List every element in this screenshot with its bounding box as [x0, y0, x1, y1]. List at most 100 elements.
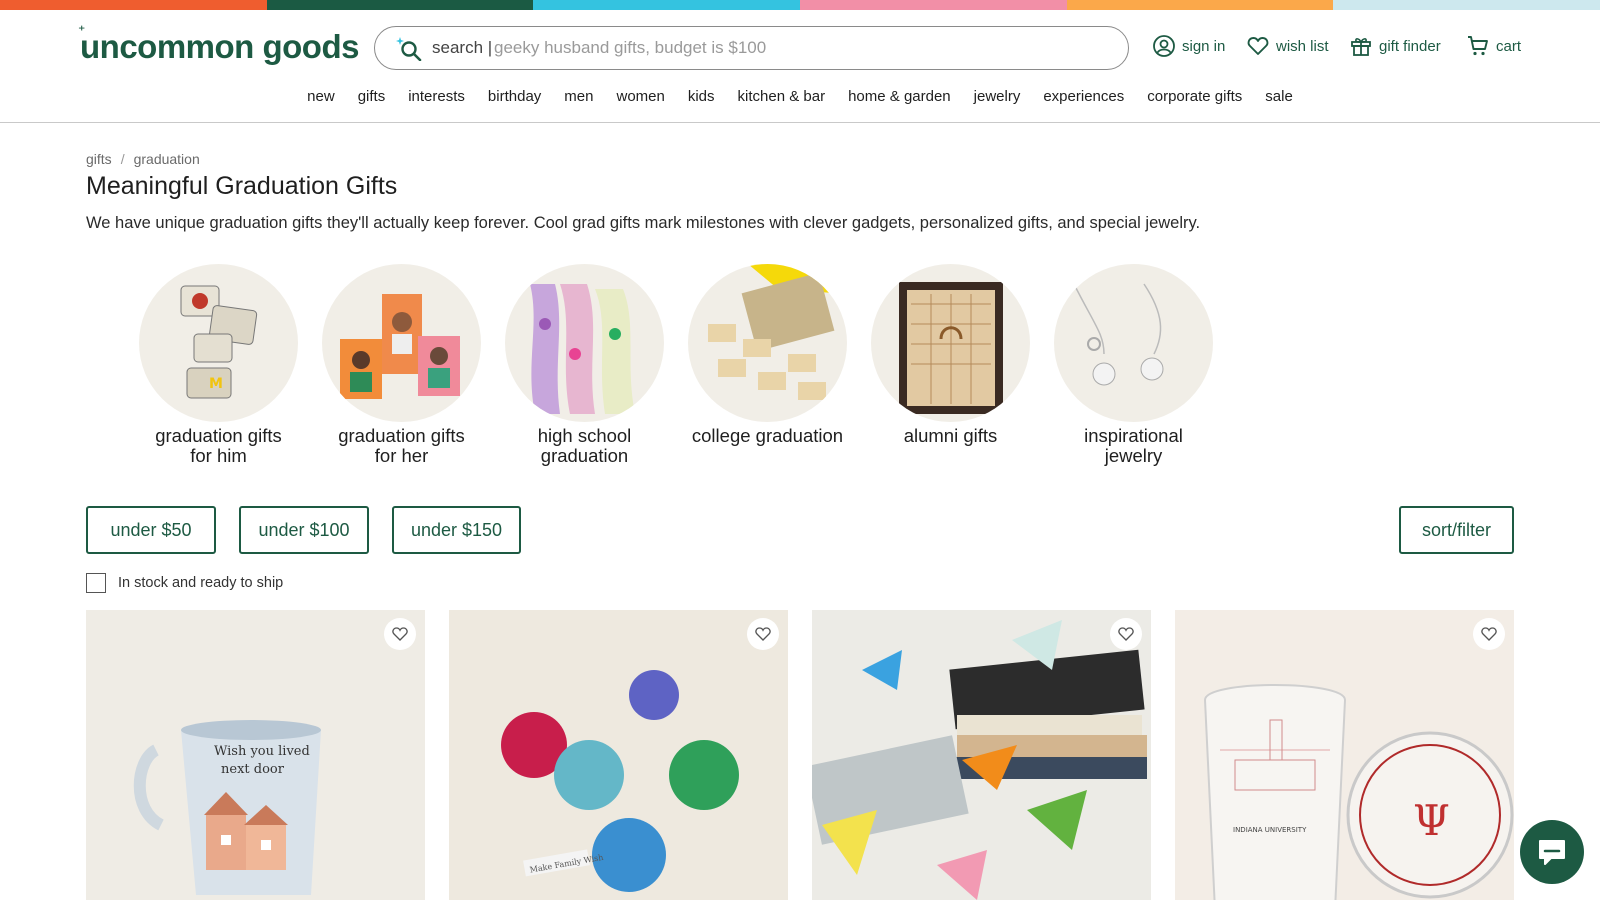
- main-nav: new gifts interests birthday men women k…: [0, 88, 1600, 105]
- color-stripe: [1333, 0, 1600, 10]
- logo-text: uncommon goods: [80, 28, 359, 65]
- breadcrumb-graduation[interactable]: graduation: [134, 151, 200, 167]
- logo[interactable]: ⁺ uncommon goods: [78, 22, 359, 66]
- category-inspirational-jewelry[interactable]: inspirational jewelry: [1054, 264, 1213, 466]
- sign-in-link[interactable]: sign in: [1152, 34, 1225, 58]
- breadcrumb-separator: /: [120, 151, 125, 167]
- category-image: M: [139, 264, 298, 422]
- filter-under-100-button[interactable]: under $100: [239, 506, 369, 554]
- category-image: [688, 264, 847, 422]
- nav-item-corporate-gifts[interactable]: corporate gifts: [1136, 88, 1254, 105]
- search-bar[interactable]: search |: [374, 26, 1129, 70]
- category-label: inspirational: [1084, 425, 1183, 446]
- category-label: alumni gifts: [903, 425, 998, 446]
- product-card[interactable]: Wish you lived next door: [86, 610, 425, 900]
- add-to-wishlist-button[interactable]: [1110, 618, 1142, 650]
- sort-filter-button[interactable]: sort/filter: [1399, 506, 1514, 554]
- add-to-wishlist-button[interactable]: [747, 618, 779, 650]
- in-stock-filter[interactable]: In stock and ready to ship: [86, 573, 283, 593]
- page-title: Meaningful Graduation Gifts: [86, 172, 398, 200]
- category-label: high school: [537, 425, 632, 446]
- chat-icon: [1539, 840, 1565, 865]
- category-grad-gifts-for-her[interactable]: graduation gifts for her: [322, 264, 481, 466]
- color-stripe: [1066, 0, 1334, 10]
- nav-item-new[interactable]: new: [296, 88, 347, 105]
- cart-icon: [1468, 36, 1488, 56]
- product-image: [812, 610, 1151, 900]
- category-image: [871, 264, 1030, 422]
- category-high-school-graduation[interactable]: high school graduation: [505, 264, 664, 466]
- iu-logo-mark: Ψ: [1413, 796, 1450, 845]
- gift-finder-label: gift finder: [1379, 37, 1441, 55]
- cart-label: cart: [1496, 37, 1522, 55]
- wish-list-link[interactable]: wish list: [1246, 34, 1329, 58]
- nav-item-kitchen-bar[interactable]: kitchen & bar: [726, 88, 837, 105]
- category-label: graduation gifts: [155, 425, 282, 446]
- mug-text: Wish you lived: [214, 744, 310, 759]
- color-stripe: [266, 0, 534, 10]
- search-icon: [396, 37, 422, 61]
- search-input[interactable]: [494, 33, 1094, 63]
- page-intro: We have unique graduation gifts they'll …: [86, 214, 1201, 232]
- logo-spark-icon: ⁺: [78, 22, 85, 38]
- category-label: college graduation: [691, 425, 844, 446]
- breadcrumb: gifts / graduation: [86, 151, 200, 167]
- product-card[interactable]: Make Family Wish: [449, 610, 788, 900]
- category-image: [322, 264, 481, 422]
- category-alumni-gifts[interactable]: alumni gifts: [871, 264, 1030, 466]
- nav-item-home-garden[interactable]: home & garden: [837, 88, 963, 105]
- nav-item-jewelry[interactable]: jewelry: [962, 88, 1032, 105]
- color-stripe: [800, 0, 1067, 10]
- nav-item-birthday[interactable]: birthday: [476, 88, 552, 105]
- user-icon: [1153, 35, 1175, 57]
- nav-item-women[interactable]: women: [605, 88, 676, 105]
- heart-outline-icon: [1481, 627, 1497, 641]
- nav-item-men[interactable]: men: [553, 88, 605, 105]
- nav-item-interests[interactable]: interests: [397, 88, 477, 105]
- product-image: Wish you lived next door: [86, 610, 425, 900]
- cart-link[interactable]: cart: [1466, 34, 1521, 58]
- nav-item-gifts[interactable]: gifts: [346, 88, 397, 105]
- gift-finder-link[interactable]: gift finder: [1349, 34, 1441, 58]
- category-label: for him: [190, 445, 247, 466]
- category-label: jewelry: [1104, 445, 1163, 466]
- heart-outline-icon: [1118, 627, 1134, 641]
- color-stripe: [533, 0, 801, 10]
- in-stock-checkbox[interactable]: [86, 573, 106, 593]
- breadcrumb-gifts[interactable]: gifts: [86, 151, 112, 167]
- filter-under-150-button[interactable]: under $150: [392, 506, 521, 554]
- product-grid: Wish you lived next door Make Family Wis…: [86, 610, 1514, 900]
- site-header: ⁺ uncommon goods search | sign in wish l…: [0, 10, 1600, 123]
- product-card[interactable]: INDIANA UNIVERSITY Ψ: [1175, 610, 1514, 900]
- chat-button[interactable]: [1520, 820, 1584, 884]
- category-carousel: M graduation gifts for him graduation gif…: [139, 264, 1213, 466]
- category-label: graduation gifts: [338, 425, 465, 446]
- filter-under-50-button[interactable]: under $50: [86, 506, 216, 554]
- product-image: INDIANA UNIVERSITY Ψ: [1175, 610, 1514, 900]
- category-image: [505, 264, 664, 422]
- heart-outline-icon: [392, 627, 408, 641]
- category-image: [1054, 264, 1213, 422]
- nav-item-experiences[interactable]: experiences: [1032, 88, 1136, 105]
- wish-list-label: wish list: [1276, 37, 1329, 55]
- gift-icon: [1351, 38, 1371, 56]
- glass-text: INDIANA UNIVERSITY: [1233, 826, 1307, 834]
- heart-icon: [1247, 37, 1269, 55]
- add-to-wishlist-button[interactable]: [1473, 618, 1505, 650]
- category-label: for her: [374, 445, 429, 466]
- search-label: search |: [432, 38, 493, 57]
- product-card[interactable]: [812, 610, 1151, 900]
- nav-item-kids[interactable]: kids: [676, 88, 726, 105]
- nav-item-sale[interactable]: sale: [1254, 88, 1305, 105]
- color-stripe: [0, 0, 267, 10]
- svg-text:M: M: [209, 376, 223, 392]
- category-college-graduation[interactable]: college graduation: [688, 264, 847, 466]
- in-stock-label: In stock and ready to ship: [118, 575, 284, 591]
- heart-outline-icon: [755, 627, 771, 641]
- product-image: Make Family Wish: [449, 610, 788, 900]
- sign-in-label: sign in: [1182, 37, 1226, 55]
- brand-color-bar: [0, 0, 1600, 10]
- mug-text: next door: [221, 762, 285, 777]
- category-grad-gifts-for-him[interactable]: M graduation gifts for him: [139, 264, 298, 466]
- add-to-wishlist-button[interactable]: [384, 618, 416, 650]
